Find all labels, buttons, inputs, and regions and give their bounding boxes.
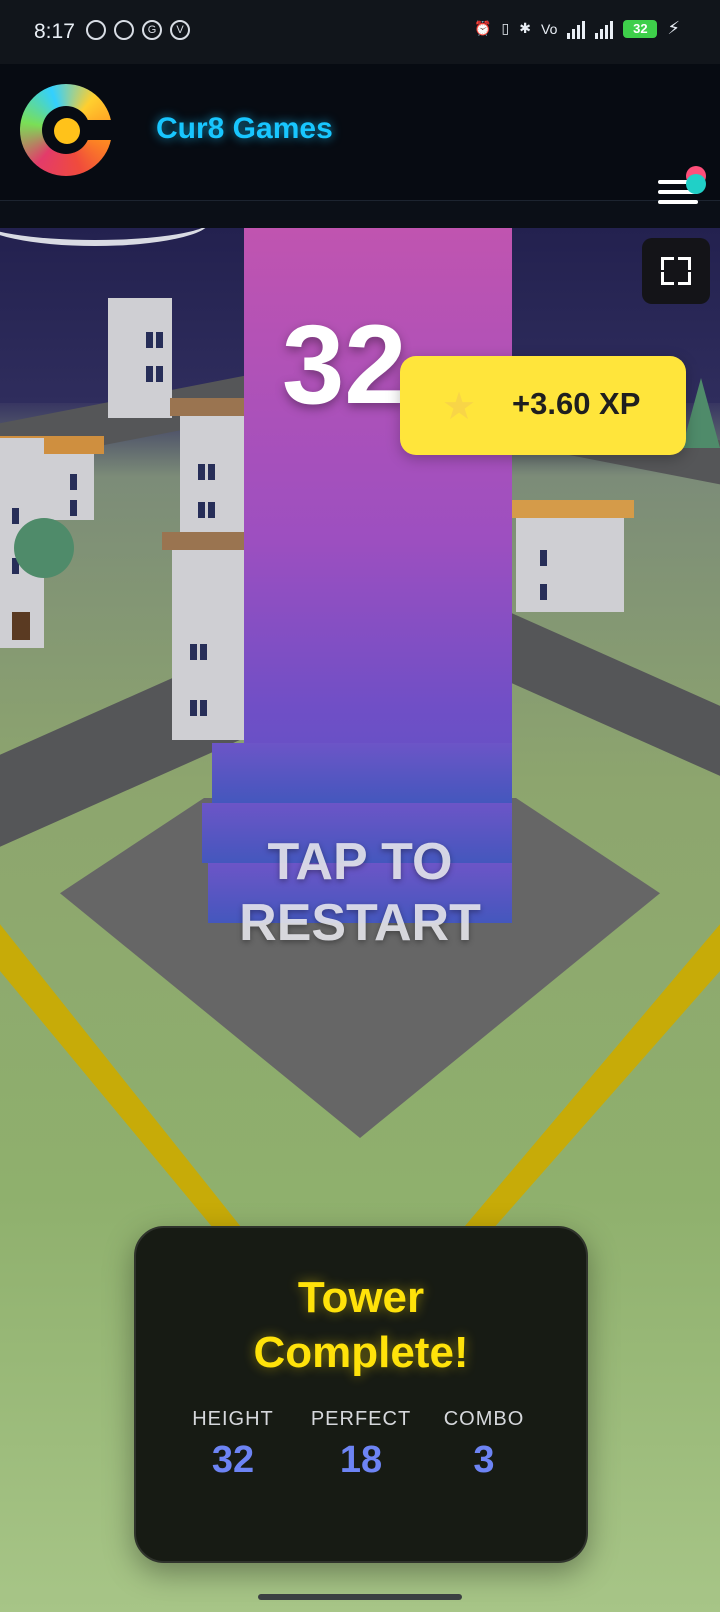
fullscreen-icon-corner (678, 257, 691, 270)
xp-gain-toast: ★ +3.60 XP (400, 356, 686, 455)
stat-perfect: PERFECT 18 (301, 1408, 421, 1482)
result-title-line-2: Complete! (253, 1328, 469, 1377)
vpn-icon: V (170, 20, 190, 40)
stat-height: HEIGHT 32 (173, 1408, 293, 1482)
signal-icon (567, 19, 586, 39)
score-counter: 32 (282, 302, 407, 427)
result-title: Tower Complete! (136, 1270, 586, 1380)
star-icon: ★ (442, 386, 477, 428)
logo-dot (54, 118, 80, 144)
volte-icon: Vo (541, 20, 558, 37)
bluetooth-icon: ✱ (519, 20, 531, 36)
cur8-logo[interactable] (20, 84, 114, 176)
building-right (506, 500, 634, 612)
battery-icon: 32 (623, 19, 658, 38)
restart-line-2: RESTART (239, 894, 481, 952)
tap-to-restart[interactable]: TAP TO RESTART (0, 832, 720, 954)
building-center-mid (170, 398, 264, 534)
home-indicator[interactable] (258, 1594, 462, 1600)
status-time: 8:17 (34, 20, 75, 43)
stat-combo: COMBO 3 (424, 1408, 544, 1482)
fullscreen-icon-corner (661, 272, 674, 285)
stat-value: 18 (339, 1439, 383, 1481)
system-indicators: ⏰ ▯ ✱ Vo 32 ⚡ (474, 18, 680, 39)
notification-icons: G V (86, 20, 190, 40)
logo-cutout (86, 120, 114, 140)
whatsapp-icon (86, 20, 106, 40)
signal-icon-2 (595, 19, 614, 39)
alarm-icon: ⏰ (474, 20, 492, 36)
brand-title[interactable]: Cur8 Games (156, 112, 333, 146)
xp-gain-text: +3.60 XP (512, 386, 641, 421)
google-icon: G (142, 20, 162, 40)
app-icon (114, 20, 134, 40)
stat-value: 3 (473, 1439, 495, 1481)
tower-block (212, 743, 512, 803)
fullscreen-icon (661, 257, 674, 270)
tree-left (14, 518, 74, 578)
building-center-front (162, 532, 264, 740)
fullscreen-button[interactable] (642, 238, 710, 304)
stat-label: PERFECT (310, 1408, 412, 1430)
fullscreen-icon-corner (678, 272, 691, 285)
stat-label: HEIGHT (192, 1408, 274, 1430)
stat-label: COMBO (443, 1408, 525, 1430)
restart-line-1: TAP TO (267, 833, 453, 891)
vibrate-icon: ▯ (501, 20, 510, 36)
result-title-line-1: Tower (297, 1273, 425, 1322)
status-bar: 8:17 G V ⏰ ▯ ✱ Vo 32 ⚡ (0, 0, 720, 64)
result-panel: Tower Complete! HEIGHT 32 PERFECT 18 COM… (134, 1226, 588, 1563)
stat-value: 32 (211, 1439, 255, 1481)
building-left-tall (108, 298, 172, 418)
app-header: Cur8 Games (0, 64, 720, 204)
notification-dot-secondary (686, 174, 706, 194)
menu-button[interactable] (658, 166, 706, 214)
charging-icon: ⚡ (667, 18, 680, 38)
